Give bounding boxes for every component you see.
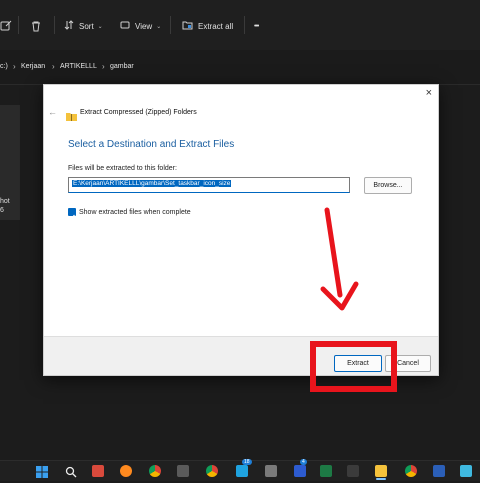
breadcrumb-gambar[interactable]: gambar <box>110 63 134 70</box>
destination-path-input[interactable]: E:\Kerjaan\ARTIKELLL\gambar\Set_taskbar_… <box>68 177 350 193</box>
share-icon[interactable] <box>0 18 12 34</box>
toolbar-divider <box>18 16 19 34</box>
delete-icon[interactable] <box>30 18 42 34</box>
toolbar-divider <box>170 16 171 34</box>
firefox-icon[interactable] <box>120 465 132 477</box>
chevron-right-icon: › <box>52 62 55 71</box>
search-icon[interactable] <box>65 465 77 478</box>
toolbar-divider <box>54 16 55 34</box>
checkmark-icon <box>69 214 75 220</box>
view-label: View <box>135 21 153 31</box>
app-icon[interactable] <box>265 465 277 477</box>
show-files-checkbox[interactable] <box>68 208 76 220</box>
notification-badge: 18 <box>242 459 252 465</box>
chevron-right-icon: › <box>13 62 16 71</box>
chrome-icon[interactable] <box>405 465 417 477</box>
file-name-line2: 6 <box>0 207 4 214</box>
chrome-icon[interactable] <box>149 465 161 477</box>
app-icon[interactable] <box>294 465 306 477</box>
file-name-line1: hot <box>0 198 10 205</box>
dialog-heading: Select a Destination and Extract Files <box>68 139 235 150</box>
app-icon[interactable] <box>460 465 472 477</box>
breadcrumb-drive[interactable]: c:) <box>0 63 8 70</box>
start-icon[interactable] <box>36 465 48 478</box>
app-icon[interactable] <box>177 465 189 477</box>
app-icon[interactable] <box>347 465 359 477</box>
back-arrow-icon[interactable]: ← <box>48 107 57 117</box>
word-icon[interactable] <box>433 465 445 477</box>
dialog-title: Extract Compressed (Zipped) Folders <box>80 109 197 116</box>
sort-button[interactable]: Sort ⌄ <box>64 18 103 34</box>
show-files-label: Show extracted files when complete <box>79 209 191 216</box>
cancel-button[interactable]: Cancel <box>385 355 431 372</box>
toolbar-divider <box>244 16 245 34</box>
taskbar: 18 4 <box>0 459 480 481</box>
extract-button[interactable]: Extract <box>334 355 382 372</box>
excel-icon[interactable] <box>320 465 332 477</box>
folder-label: Files will be extracted to this folder: <box>68 165 177 172</box>
extract-all-label: Extract all <box>198 21 234 31</box>
breadcrumb-artikelll[interactable]: ARTIKELLL <box>60 63 97 70</box>
sort-icon <box>64 20 74 32</box>
sort-label: Sort <box>79 21 94 31</box>
explorer-toolbar: Sort ⌄ View ⌄ Extract all ••• <box>0 0 480 51</box>
chevron-down-icon: ⌄ <box>97 23 103 30</box>
view-icon <box>120 20 130 32</box>
close-icon[interactable]: × <box>426 87 432 99</box>
more-options-button[interactable]: ••• <box>254 18 259 34</box>
zip-folder-icon <box>66 108 77 126</box>
browse-button[interactable]: Browse... <box>364 177 412 194</box>
chevron-down-icon: ⌄ <box>156 23 162 30</box>
view-button[interactable]: View ⌄ <box>120 18 161 34</box>
breadcrumb-kerjaan[interactable]: Kerjaan <box>21 63 45 70</box>
chrome-profile-icon[interactable] <box>206 465 218 477</box>
notification-badge: 4 <box>300 459 307 465</box>
file-explorer-icon[interactable] <box>375 465 387 477</box>
path-value: E:\Kerjaan\ARTIKELLL\gambar\Set_taskbar_… <box>72 180 232 187</box>
extract-all-icon <box>182 20 193 32</box>
chevron-right-icon: › <box>102 62 105 71</box>
photos-app-icon[interactable] <box>92 465 104 477</box>
extract-all-button[interactable]: Extract all <box>182 18 233 34</box>
extract-dialog: × ← Extract Compressed (Zipped) Folders … <box>43 84 439 376</box>
telegram-icon[interactable] <box>236 465 248 477</box>
